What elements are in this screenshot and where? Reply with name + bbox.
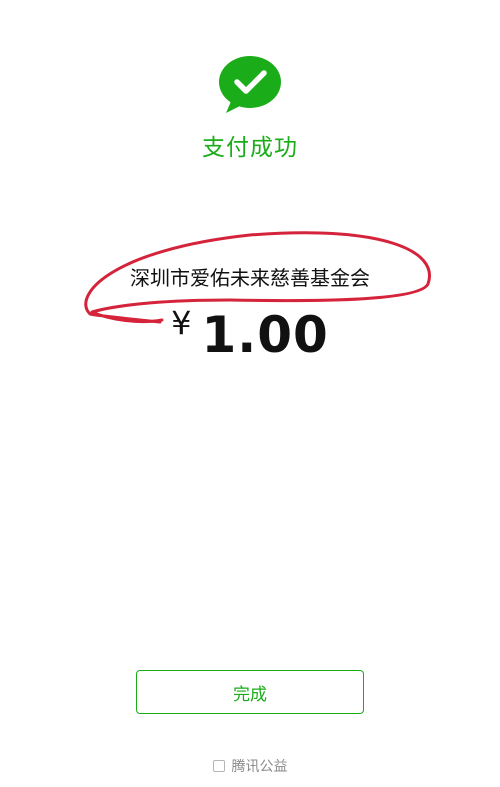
payment-status-title: 支付成功: [202, 135, 298, 161]
hand-drawn-circle-annotation: [84, 231, 431, 324]
tencent-charity-label: 腾讯公益: [231, 759, 288, 775]
checkbox-icon[interactable]: [212, 760, 225, 772]
amount-value: 1.00: [201, 306, 329, 364]
merchant-name: 深圳市爱佑未来慈善基金会: [130, 266, 370, 290]
tencent-charity-option[interactable]: 腾讯公益: [0, 756, 500, 776]
currency-symbol: ¥: [171, 304, 192, 342]
payment-success-icon: [219, 56, 281, 113]
payment-amount: ¥1.00: [0, 304, 500, 364]
done-button[interactable]: 完成: [136, 670, 364, 714]
